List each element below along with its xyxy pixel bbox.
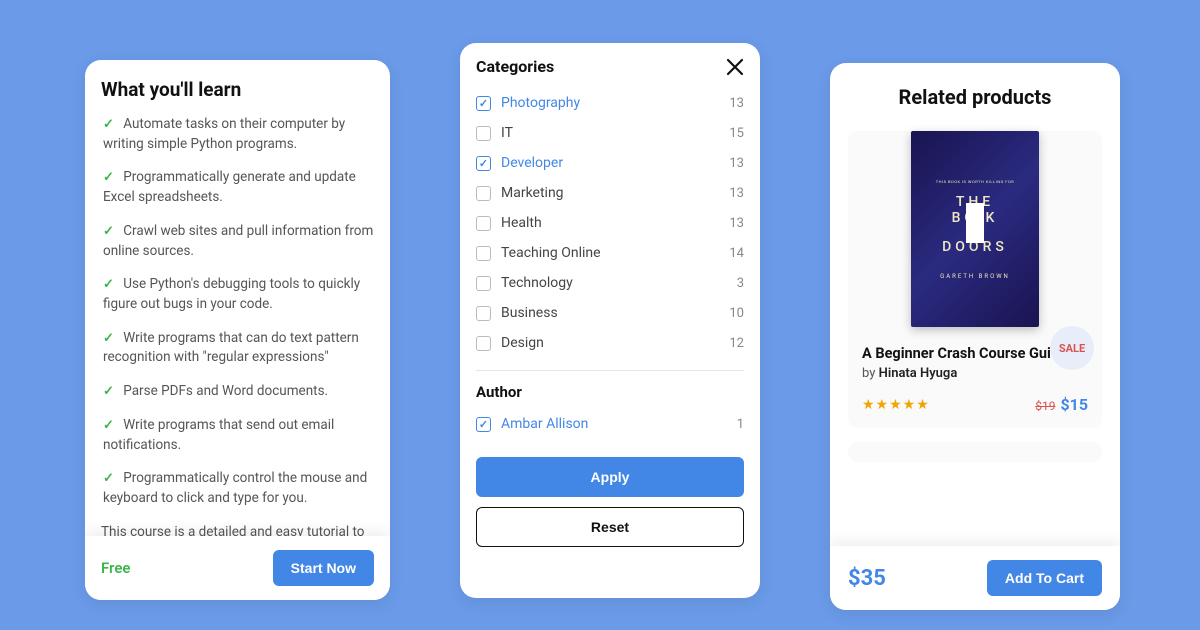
learn-item: ✓ Crawl web sites and pull information f… bbox=[101, 222, 374, 261]
filter-label: Design bbox=[501, 335, 544, 351]
related-heading: Related products bbox=[848, 85, 1102, 109]
filter-row[interactable]: Photography 13 bbox=[476, 88, 744, 118]
product-card-partial[interactable] bbox=[848, 442, 1102, 462]
filter-label: Ambar Allison bbox=[501, 416, 588, 432]
footer-price: $35 bbox=[848, 566, 886, 591]
filter-count: 13 bbox=[729, 156, 744, 171]
checkbox[interactable] bbox=[476, 336, 491, 351]
start-now-button[interactable]: Start Now bbox=[273, 550, 374, 586]
checkbox[interactable] bbox=[476, 156, 491, 171]
checkbox[interactable] bbox=[476, 276, 491, 291]
learn-heading: What you'll learn bbox=[101, 78, 374, 101]
filter-card: Categories Photography13IT15Developer13M… bbox=[460, 43, 760, 598]
learn-item: ✓ Write programs that send out email not… bbox=[101, 416, 374, 455]
filter-count: 13 bbox=[729, 216, 744, 231]
filter-count: 1 bbox=[737, 417, 744, 432]
check-icon: ✓ bbox=[103, 170, 114, 185]
check-icon: ✓ bbox=[103, 224, 114, 239]
checkbox[interactable] bbox=[476, 216, 491, 231]
filter-label: IT bbox=[501, 125, 513, 141]
filter-count: 13 bbox=[729, 96, 744, 111]
filter-label: Photography bbox=[501, 95, 580, 111]
check-icon: ✓ bbox=[103, 384, 114, 399]
checkbox[interactable] bbox=[476, 246, 491, 261]
check-icon: ✓ bbox=[103, 331, 114, 346]
filter-count: 14 bbox=[729, 246, 744, 261]
book-cover: THIS BOOK IS WORTH KILLING FOR THE BO K … bbox=[911, 131, 1039, 327]
filter-label: Health bbox=[501, 215, 542, 231]
checkbox[interactable] bbox=[476, 126, 491, 141]
filter-header: Categories bbox=[476, 57, 744, 76]
checkbox[interactable] bbox=[476, 186, 491, 201]
check-icon: ✓ bbox=[103, 117, 114, 132]
old-price: $19 bbox=[1035, 399, 1055, 413]
filter-count: 13 bbox=[729, 186, 744, 201]
filter-row[interactable]: Health 13 bbox=[476, 208, 744, 238]
learn-item: ✓ Automate tasks on their computer by wr… bbox=[101, 115, 374, 154]
related-card: Related products THIS BOOK IS WORTH KILL… bbox=[830, 63, 1120, 610]
star-rating: ★★★★★ bbox=[862, 397, 930, 413]
apply-button[interactable]: Apply bbox=[476, 457, 744, 497]
price-free: Free bbox=[101, 559, 130, 577]
learn-footer: Free Start Now bbox=[85, 536, 390, 600]
author-title: Author bbox=[476, 383, 744, 401]
filter-count: 3 bbox=[737, 276, 744, 291]
learn-item: ✓ Programmatically generate and update E… bbox=[101, 168, 374, 207]
checkbox[interactable] bbox=[476, 96, 491, 111]
filter-label: Business bbox=[501, 305, 558, 321]
new-price: $15 bbox=[1060, 395, 1088, 414]
filter-label: Marketing bbox=[501, 185, 564, 201]
filter-row[interactable]: Teaching Online 14 bbox=[476, 238, 744, 268]
learn-item: ✓ Parse PDFs and Word documents. bbox=[101, 382, 374, 402]
check-icon: ✓ bbox=[103, 471, 114, 486]
filter-row[interactable]: Developer 13 bbox=[476, 148, 744, 178]
filter-row[interactable]: Technology 3 bbox=[476, 268, 744, 298]
categories-title: Categories bbox=[476, 57, 554, 76]
filter-count: 15 bbox=[729, 126, 744, 141]
filter-label: Technology bbox=[501, 275, 573, 291]
related-footer: $35 Add To Cart bbox=[830, 546, 1120, 610]
check-icon: ✓ bbox=[103, 277, 114, 292]
filter-row[interactable]: IT 15 bbox=[476, 118, 744, 148]
filter-count: 12 bbox=[729, 336, 744, 351]
filter-row[interactable]: Marketing 13 bbox=[476, 178, 744, 208]
divider bbox=[476, 370, 744, 371]
checkbox[interactable] bbox=[476, 306, 491, 321]
add-to-cart-button[interactable]: Add To Cart bbox=[987, 560, 1102, 596]
checkbox[interactable] bbox=[476, 417, 491, 432]
check-icon: ✓ bbox=[103, 418, 114, 433]
reset-button[interactable]: Reset bbox=[476, 507, 744, 547]
learn-card: What you'll learn ✓ Automate tasks on th… bbox=[85, 60, 390, 600]
product-card[interactable]: THIS BOOK IS WORTH KILLING FOR THE BO K … bbox=[848, 131, 1102, 428]
learn-item: ✓ Programmatically control the mouse and… bbox=[101, 469, 374, 508]
filter-row[interactable]: Ambar Allison 1 bbox=[476, 409, 744, 439]
learn-item: ✓ Write programs that can do text patter… bbox=[101, 329, 374, 368]
filter-row[interactable]: Design 12 bbox=[476, 328, 744, 358]
filter-row[interactable]: Business 10 bbox=[476, 298, 744, 328]
close-icon[interactable] bbox=[726, 58, 744, 76]
filter-label: Developer bbox=[501, 155, 563, 171]
product-meta: ★★★★★ $19 $15 bbox=[848, 381, 1102, 414]
filter-label: Teaching Online bbox=[501, 245, 601, 261]
filter-count: 10 bbox=[729, 306, 744, 321]
learn-item: ✓ Use Python's debugging tools to quickl… bbox=[101, 275, 374, 314]
sale-badge: SALE bbox=[1050, 326, 1094, 370]
